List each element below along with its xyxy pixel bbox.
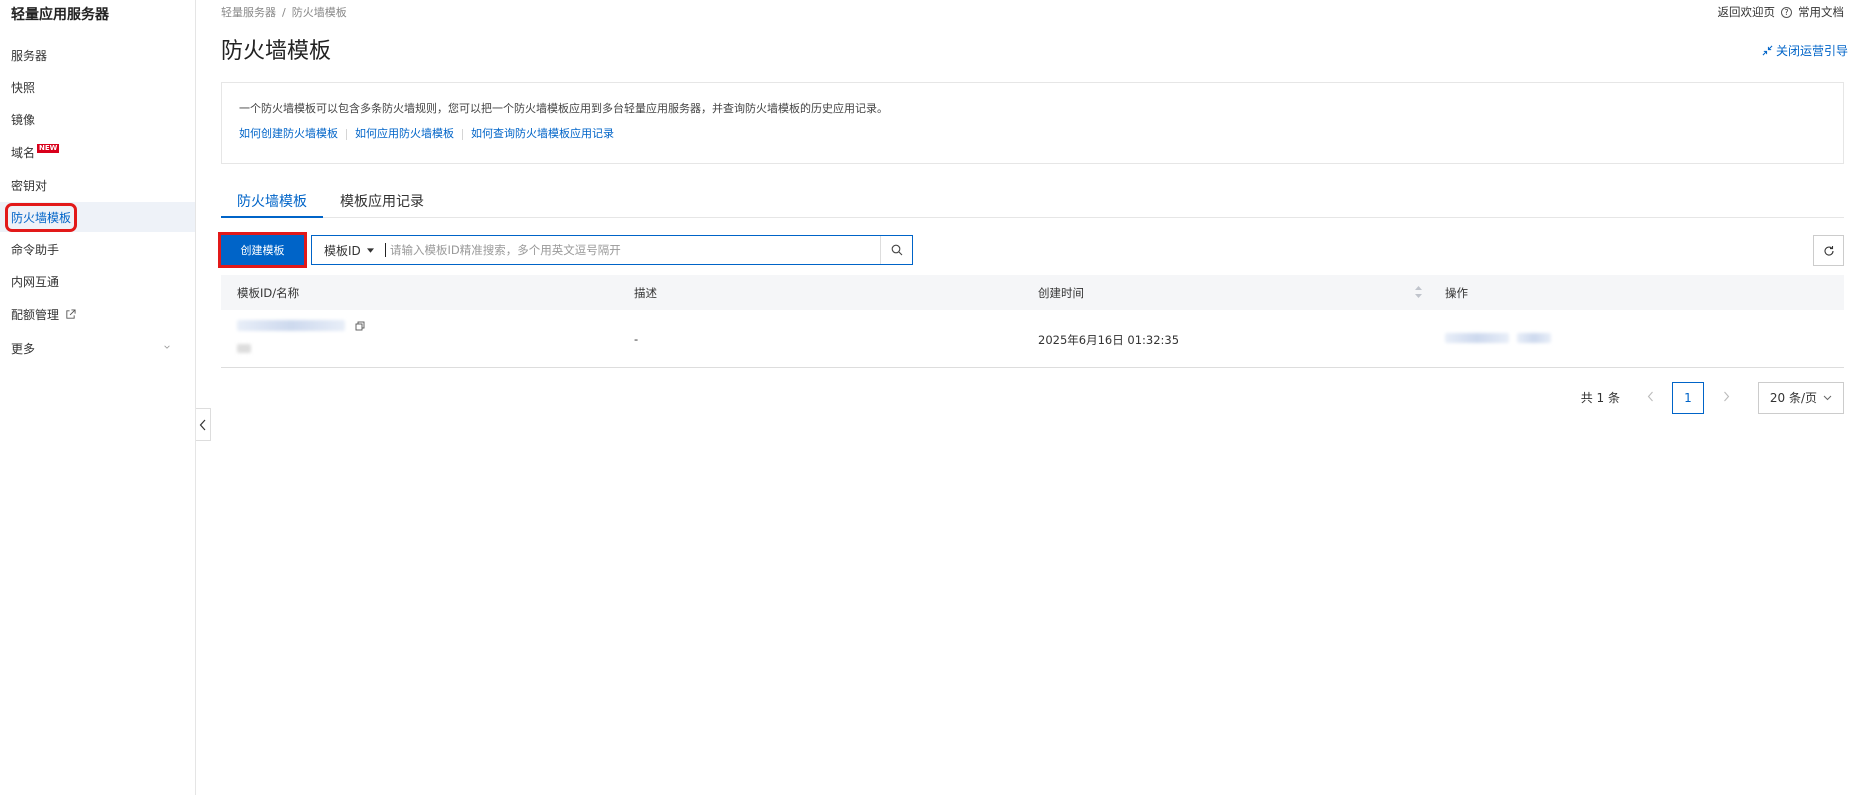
- sidebar-item-label: 防火墙模板: [4, 202, 78, 232]
- page-title: 防火墙模板: [221, 39, 332, 64]
- sidebar-item-intranet[interactable]: 内网互通: [0, 266, 195, 296]
- page-size-label: 20 条/页: [1769, 391, 1818, 405]
- next-page-button[interactable]: [1716, 391, 1736, 405]
- pagination-total: 共 1 条: [1580, 391, 1620, 405]
- page-button-current[interactable]: 1: [1672, 381, 1704, 414]
- redacted-template-name: [237, 344, 251, 353]
- chevron-right-icon: [1723, 391, 1729, 401]
- tab-firewall-templates[interactable]: 防火墙模板: [221, 188, 323, 218]
- sidebar-item-label: 命令助手: [11, 242, 60, 257]
- search-input[interactable]: [385, 243, 880, 257]
- sidebar-item-domains[interactable]: 域名 NEW: [0, 137, 195, 167]
- sidebar: 轻量应用服务器 服务器 快照 镜像 域名 NEW 密钥对 防火墙模板 命令助手 …: [0, 0, 196, 795]
- sidebar-item-label: 镜像: [11, 112, 36, 127]
- actions-cell: [1445, 332, 1551, 346]
- back-to-welcome-link[interactable]: 返回欢迎页: [1718, 4, 1776, 20]
- chevron-left-icon: [1647, 391, 1653, 401]
- divider: [346, 128, 347, 140]
- refresh-button[interactable]: [1813, 235, 1844, 266]
- sidebar-item-images[interactable]: 镜像: [0, 104, 195, 134]
- search-icon: [891, 244, 902, 256]
- sidebar-item-keypairs[interactable]: 密钥对: [0, 170, 195, 200]
- how-to-apply-link[interactable]: 如何应用防火墙模板: [355, 127, 454, 140]
- guide-info-box: 一个防火墙模板可以包含多条防火墙规则，您可以把一个防火墙模板应用到多台轻量应用服…: [221, 82, 1844, 164]
- sidebar-title: 轻量应用服务器: [11, 7, 109, 23]
- search-field-label: 模板ID: [324, 243, 361, 258]
- sidebar-item-snapshots[interactable]: 快照: [0, 72, 195, 102]
- collapse-arrows-icon: [1762, 45, 1773, 56]
- pagination: 共 1 条 1 20 条/页: [1581, 381, 1844, 414]
- redacted-action-link[interactable]: [1516, 333, 1551, 343]
- external-link-icon: [66, 308, 76, 319]
- sidebar-item-command-assistant[interactable]: 命令助手: [0, 234, 195, 264]
- close-guide-link[interactable]: 关闭运营引导: [1762, 42, 1848, 59]
- copy-icon[interactable]: [355, 321, 365, 331]
- sidebar-item-label: 域名: [11, 145, 36, 160]
- guide-links: 如何创建防火墙模板 如何应用防火墙模板 如何查询防火墙模板应用记录: [239, 125, 1826, 141]
- column-header-id-name: 模板ID/名称: [237, 285, 300, 300]
- sidebar-item-label: 内网互通: [11, 274, 60, 289]
- chevron-down-icon: [164, 345, 170, 349]
- redacted-template-id[interactable]: [237, 320, 345, 331]
- sidebar-item-firewall-templates[interactable]: 防火墙模板: [0, 202, 195, 232]
- template-id-cell: [237, 320, 365, 356]
- column-header-description: 描述: [634, 285, 657, 300]
- column-header-created: 创建时间: [1038, 285, 1084, 300]
- breadcrumb-separator: /: [282, 6, 286, 19]
- created-time-cell: 2025年6月16日 01:32:35: [1038, 333, 1180, 347]
- page-size-select[interactable]: 20 条/页: [1758, 381, 1844, 414]
- sidebar-item-label: 快照: [11, 80, 36, 95]
- redacted-action-link[interactable]: [1445, 333, 1509, 343]
- close-guide-label: 关闭运营引导: [1775, 44, 1848, 58]
- docs-link[interactable]: 常用文档: [1798, 4, 1844, 20]
- description-cell: -: [634, 332, 639, 346]
- search-field-select[interactable]: 模板ID: [312, 236, 385, 264]
- tab-bar: 防火墙模板 模板应用记录: [221, 188, 1844, 218]
- breadcrumb-root[interactable]: 轻量服务器: [221, 6, 276, 19]
- search-box: 模板ID: [311, 235, 913, 265]
- new-badge: NEW: [37, 143, 60, 153]
- sidebar-item-quota[interactable]: 配额管理: [0, 299, 195, 329]
- how-to-create-link[interactable]: 如何创建防火墙模板: [239, 127, 338, 140]
- sort-icon[interactable]: [1414, 285, 1423, 299]
- sidebar-item-label: 密钥对: [11, 178, 48, 193]
- breadcrumb: 轻量服务器 / 防火墙模板: [221, 4, 347, 20]
- help-icon: ?: [1781, 6, 1792, 18]
- tab-apply-records[interactable]: 模板应用记录: [334, 188, 430, 218]
- sidebar-item-servers[interactable]: 服务器: [0, 40, 195, 70]
- sidebar-item-label: 配额管理: [11, 307, 60, 322]
- search-button[interactable]: [880, 236, 912, 264]
- refresh-icon: [1823, 245, 1834, 256]
- collapse-sidebar-button[interactable]: [196, 408, 211, 441]
- guide-description: 一个防火墙模板可以包含多条防火墙规则，您可以把一个防火墙模板应用到多台轻量应用服…: [239, 102, 888, 115]
- table-header: 模板ID/名称 描述 创建时间 操作: [221, 275, 1844, 310]
- create-template-button[interactable]: 创建模板: [218, 232, 307, 268]
- sidebar-item-label: 更多: [11, 341, 36, 356]
- templates-table: 模板ID/名称 描述 创建时间 操作 - 2025年6月16日 01:32:35: [221, 275, 1844, 368]
- chevron-left-icon: [199, 419, 206, 430]
- how-to-query-records-link[interactable]: 如何查询防火墙模板应用记录: [471, 127, 614, 140]
- sidebar-item-more[interactable]: 更多: [0, 333, 195, 363]
- column-header-actions: 操作: [1445, 285, 1468, 300]
- divider: [462, 128, 463, 140]
- caret-down-icon: [366, 247, 374, 253]
- chevron-down-icon: [1823, 395, 1832, 400]
- sidebar-item-label: 服务器: [11, 48, 48, 63]
- top-links: 返回欢迎页 ? 常用文档: [1718, 4, 1845, 20]
- breadcrumb-current: 防火墙模板: [291, 6, 347, 19]
- table-row: - 2025年6月16日 01:32:35: [221, 310, 1844, 368]
- prev-page-button[interactable]: [1640, 391, 1660, 405]
